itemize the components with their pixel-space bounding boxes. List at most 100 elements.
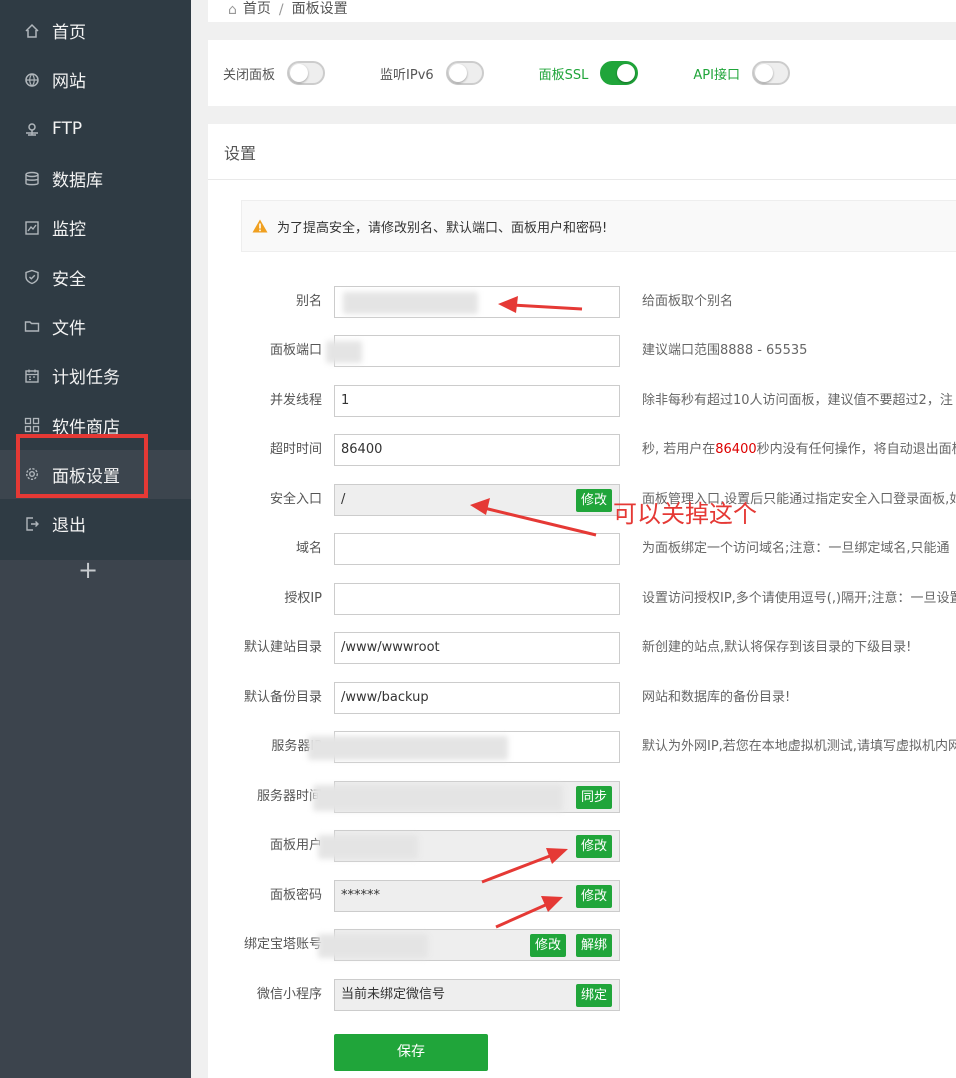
field-hint: 新创建的站点,默认将保存到该目录的下级目录!: [642, 640, 912, 655]
setting-row-server-ip: 服务器IP 默认为外网IP,若您在本地虚拟机测试,请填写虚拟机内网: [208, 731, 956, 763]
setting-row-wechat: 微信小程序 当前未绑定微信号 绑定: [208, 979, 956, 1011]
security-alert: 为了提高安全，请修改别名、默认端口、面板用户和密码!: [241, 200, 956, 252]
breadcrumb: ⌂ 首页 / 面板设置: [208, 0, 956, 22]
main-content: ⌂ 首页 / 面板设置 关闭面板 监听IPv6 面板SSL API接口 设置 为…: [191, 0, 956, 1078]
ftp-icon: [22, 119, 42, 139]
timeout-input[interactable]: 86400: [334, 434, 620, 466]
panel-title: 设置: [208, 124, 956, 180]
domain-input[interactable]: [334, 533, 620, 565]
apps-icon: [22, 415, 42, 435]
sidebar-item-label: 数据库: [52, 171, 103, 192]
calendar-icon: [22, 366, 42, 386]
site-dir-input[interactable]: /www/wwwroot: [334, 632, 620, 664]
sidebar-item-files[interactable]: 文件: [0, 302, 191, 351]
field-hint: 网站和数据库的备份目录!: [642, 690, 791, 705]
sidebar-item-security[interactable]: 安全: [0, 252, 191, 301]
settings-panel: 设置 为了提高安全，请修改别名、默认端口、面板用户和密码! 别名 给面板取个别名…: [208, 124, 956, 1078]
setting-row-auth-ip: 授权IP 设置访问授权IP,多个请使用逗号(,)隔开;注意：一旦设置: [208, 583, 956, 615]
setting-row-threads: 并发线程 1 除非每秒有超过10人访问面板，建议值不要超过2，注: [208, 385, 956, 417]
bind-wechat-button[interactable]: 绑定: [576, 984, 613, 1007]
field-label: 默认备份目录: [243, 690, 322, 705]
sidebar-item-label: 安全: [52, 269, 86, 290]
toggle-close-panel: 关闭面板: [223, 61, 326, 85]
setting-row-port: 面板端口 建议端口范围8888 - 65535: [208, 335, 956, 367]
sidebar-item-label: 计划任务: [52, 368, 120, 389]
add-shortcut-button[interactable]: +: [78, 556, 98, 584]
setting-row-panel-user: 面板用户 修改: [208, 830, 956, 862]
breadcrumb-current: 面板设置: [291, 1, 348, 17]
setting-row-server-time: 服务器时间 同步: [208, 781, 956, 813]
edit-panel-user-button[interactable]: 修改: [576, 835, 613, 858]
setting-row-backup-dir: 默认备份目录 /www/backup 网站和数据库的备份目录!: [208, 682, 956, 714]
alert-text: 为了提高安全，请修改别名、默认端口、面板用户和密码!: [277, 220, 608, 236]
redaction-blur: [313, 785, 563, 811]
sidebar-item-label: 网站: [52, 72, 86, 93]
sync-time-button[interactable]: 同步: [576, 786, 613, 809]
warning-icon: [252, 219, 268, 233]
sidebar-item-label: 监控: [52, 220, 86, 241]
threads-input[interactable]: 1: [334, 385, 620, 417]
api-switch[interactable]: [751, 61, 790, 85]
sidebar-item-ftp[interactable]: FTP: [0, 105, 191, 154]
sidebar-item-home[interactable]: 首页: [0, 6, 191, 55]
ssl-switch[interactable]: [600, 61, 639, 85]
toggle-ssl: 面板SSL: [539, 61, 639, 85]
setting-row-security-entry: 安全入口 / 修改 面板管理入口,设置后只能通过指定安全入口登录面板,如: [208, 484, 956, 516]
sidebar-item-label: 退出: [52, 516, 86, 537]
setting-row-site-dir: 默认建站目录 /www/wwwroot 新创建的站点,默认将保存到该目录的下级目…: [208, 632, 956, 664]
backup-dir-input[interactable]: /www/backup: [334, 682, 620, 714]
field-label: 微信小程序: [256, 987, 322, 1002]
logout-icon: [22, 514, 42, 534]
sidebar-item-monitor[interactable]: 监控: [0, 203, 191, 252]
home-icon: [22, 21, 42, 41]
field-hint: 为面板绑定一个访问域名;注意：一旦绑定域名,只能通: [642, 541, 950, 556]
edit-security-entry-button[interactable]: 修改: [576, 489, 613, 512]
setting-row-timeout: 超时时间 86400 秒, 若用户在86400秒内没有任何操作，将自动退出面板: [208, 434, 956, 466]
field-label: 绑定宝塔账号: [243, 937, 322, 952]
toggle-label: 监听IPv6: [380, 67, 434, 83]
field-label: 超时时间: [269, 442, 322, 457]
sidebar-item-label: 首页: [52, 23, 86, 44]
save-button[interactable]: 保存: [334, 1034, 488, 1071]
database-icon: [22, 169, 42, 189]
field-hint: 给面板取个别名: [642, 294, 734, 309]
hint-text: 秒内没有任何操作，将自动退出面板: [756, 442, 956, 457]
sidebar-item-logout[interactable]: 退出: [0, 499, 191, 548]
field-label: 授权IP: [284, 591, 322, 606]
toggle-label: 关闭面板: [223, 67, 276, 83]
unbind-bt-account-button[interactable]: 解绑: [576, 934, 613, 957]
shield-icon: [22, 267, 42, 287]
sidebar-item-cron[interactable]: 计划任务: [0, 351, 191, 400]
redaction-blur: [308, 736, 508, 760]
hint-highlight: 86400: [715, 442, 757, 457]
monitor-icon: [22, 218, 42, 238]
breadcrumb-separator: /: [278, 2, 284, 18]
field-label: 并发线程: [269, 393, 322, 408]
field-label: 面板密码: [269, 888, 322, 903]
toggle-ipv6: 监听IPv6: [380, 61, 484, 85]
setting-row-alias: 别名 给面板取个别名: [208, 286, 956, 318]
auth-ip-input[interactable]: [334, 583, 620, 615]
field-label: 别名: [295, 294, 322, 309]
field-hint: 除非每秒有超过10人访问面板，建议值不要超过2，注: [642, 393, 953, 408]
field-hint: 秒, 若用户在86400秒内没有任何操作，将自动退出面板: [642, 434, 956, 466]
ipv6-switch[interactable]: [445, 61, 484, 85]
edit-bt-account-button[interactable]: 修改: [530, 934, 567, 957]
home-icon: ⌂: [228, 2, 237, 18]
toggle-label: 面板SSL: [538, 67, 589, 83]
globe-icon: [22, 70, 42, 90]
setting-row-bt-account: 绑定宝塔账号 修改 解绑: [208, 929, 956, 961]
close-panel-switch[interactable]: [287, 61, 326, 85]
folder-icon: [22, 316, 42, 336]
sidebar-item-database[interactable]: 数据库: [0, 154, 191, 203]
breadcrumb-home[interactable]: 首页: [243, 0, 271, 18]
sidebar-item-website[interactable]: 网站: [0, 55, 191, 104]
field-label: 默认建站目录: [243, 640, 322, 655]
redaction-blur: [343, 292, 478, 314]
toggle-label: API接口: [693, 67, 740, 83]
edit-panel-password-button[interactable]: 修改: [576, 885, 613, 908]
panel-toggles-bar: 关闭面板 监听IPv6 面板SSL API接口: [208, 40, 956, 106]
redaction-blur: [318, 934, 428, 958]
sidebar: 首页 网站 FTP 数据库 监控 安全 文件 计划任务 软件商店 面板设置 退出…: [0, 0, 191, 1078]
port-input[interactable]: [334, 335, 620, 367]
